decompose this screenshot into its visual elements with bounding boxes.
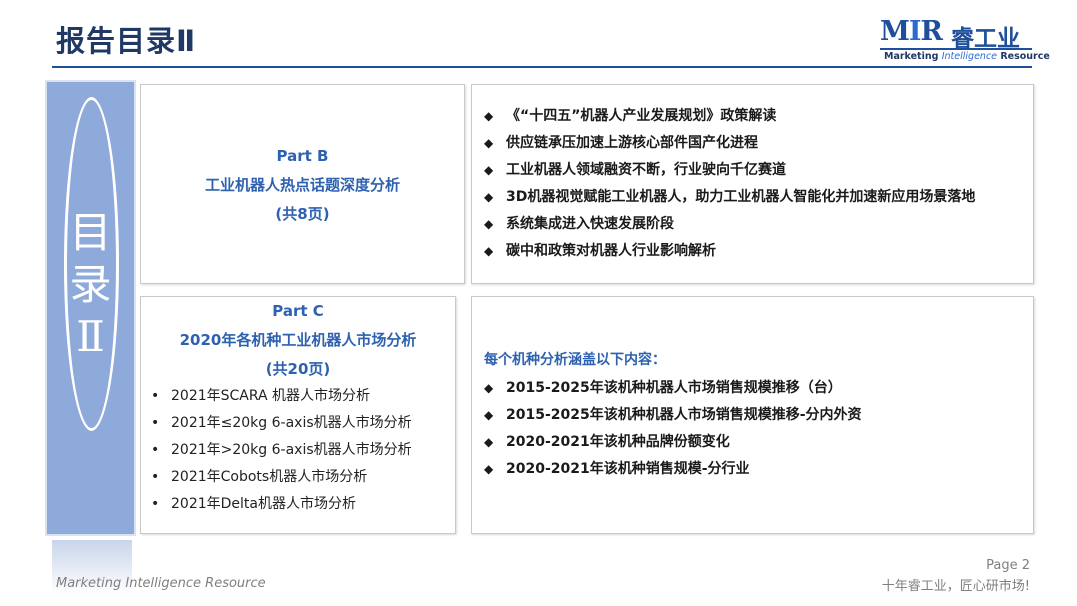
part-c-title: 2020年各机种工业机器人市场分析 bbox=[179, 331, 417, 349]
part-c-label: Part C bbox=[272, 302, 324, 320]
list-item: 《“十四五”机器人产业发展规划》政策解读 bbox=[484, 103, 975, 130]
part-c-pages: (共20页) bbox=[265, 360, 331, 378]
part-b-topics-box: 《“十四五”机器人产业发展规划》政策解读 供应链承压加速上游核心部件国产化进程 … bbox=[471, 84, 1034, 284]
part-b-heading: Part B 工业机器人热点话题深度分析 (共8页) bbox=[141, 142, 464, 229]
list-item: 2020-2021年该机种品牌份额变化 bbox=[484, 429, 862, 456]
part-c-list: 2021年SCARA 机器人市场分析 2021年≤20kg 6-axis机器人市… bbox=[149, 383, 412, 518]
mir-logo: MIR 睿工业 Marketing Intelligence Resource bbox=[880, 16, 1050, 66]
part-c-heading: Part C 2020年各机种工业机器人市场分析 (共20页) bbox=[141, 297, 455, 384]
footer-brand: Marketing Intelligence Resource bbox=[56, 576, 266, 591]
page-title: 报告目录Ⅱ bbox=[56, 24, 197, 58]
list-item: 3D机器视觉赋能工业机器人，助力工业机器人智能化并加速新应用场景落地 bbox=[484, 184, 975, 211]
part-b-box: Part B 工业机器人热点话题深度分析 (共8页) bbox=[140, 84, 465, 284]
list-item: 2021年≤20kg 6-axis机器人市场分析 bbox=[149, 410, 412, 437]
list-item: 2021年Delta机器人市场分析 bbox=[149, 491, 412, 518]
list-item: 2021年SCARA 机器人市场分析 bbox=[149, 383, 412, 410]
part-b-title: 工业机器人热点话题深度分析 bbox=[204, 176, 400, 194]
coverage-heading: 每个机种分析涵盖以下内容： bbox=[484, 352, 666, 368]
list-item: 2020-2021年该机种销售规模-分行业 bbox=[484, 456, 862, 483]
logo-brand: MIR bbox=[880, 16, 943, 47]
coverage-list: 2015-2025年该机种机器人市场销售规模推移（台） 2015-2025年该机… bbox=[484, 375, 862, 483]
part-c-box: Part C 2020年各机种工业机器人市场分析 (共20页) 2021年SCA… bbox=[140, 296, 456, 534]
sidebar-title: 目 录 Ⅱ bbox=[69, 208, 112, 361]
list-item: 2021年Cobots机器人市场分析 bbox=[149, 464, 412, 491]
list-item: 2015-2025年该机种机器人市场销售规模推移（台） bbox=[484, 375, 862, 402]
list-item: 工业机器人领域融资不断，行业驶向千亿赛道 bbox=[484, 157, 975, 184]
logo-underline bbox=[880, 48, 1032, 50]
header-divider bbox=[52, 66, 1032, 68]
list-item: 系统集成进入快速发展阶段 bbox=[484, 211, 975, 238]
page-number: Page 2 bbox=[986, 558, 1030, 573]
list-item: 2015-2025年该机种机器人市场销售规模推移-分内外资 bbox=[484, 402, 862, 429]
list-item: 供应链承压加速上游核心部件国产化进程 bbox=[484, 130, 975, 157]
part-c-coverage-box: 每个机种分析涵盖以下内容： 2015-2025年该机种机器人市场销售规模推移（台… bbox=[471, 296, 1034, 534]
part-b-pages: (共8页) bbox=[275, 205, 330, 223]
toc-sidebar: 目 录 Ⅱ bbox=[47, 82, 134, 534]
logo-tagline: Marketing Intelligence Resource bbox=[884, 51, 1050, 62]
list-item: 碳中和政策对机器人行业影响解析 bbox=[484, 238, 975, 265]
footer-slogan: 十年睿工业，匠心研市场! bbox=[881, 579, 1030, 594]
list-item: 2021年>20kg 6-axis机器人市场分析 bbox=[149, 437, 412, 464]
part-b-label: Part B bbox=[276, 147, 329, 165]
topic-list: 《“十四五”机器人产业发展规划》政策解读 供应链承压加速上游核心部件国产化进程 … bbox=[484, 103, 975, 265]
